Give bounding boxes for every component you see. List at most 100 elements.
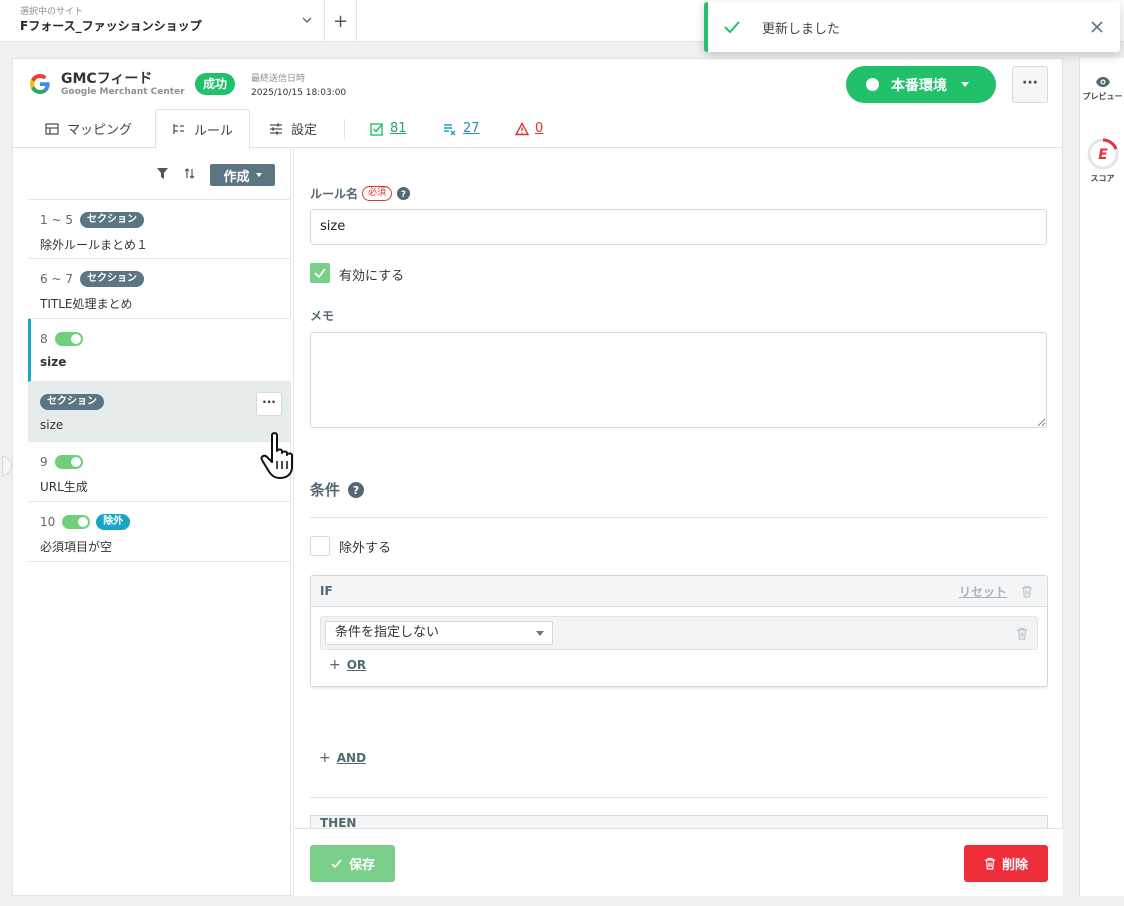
rule-list-item[interactable]: セクション size ··· <box>28 382 291 442</box>
reset-link[interactable]: リセット <box>959 583 1007 600</box>
section-divider <box>310 797 1047 798</box>
rule-number: 1 ~ 5 <box>40 213 73 227</box>
trash-icon[interactable] <box>1016 627 1028 640</box>
enabled-toggle[interactable] <box>62 515 91 529</box>
close-icon[interactable] <box>1090 20 1104 34</box>
rule-name: URL生成 <box>40 480 88 494</box>
tab-label: マッピング <box>67 123 133 138</box>
rule-list-item[interactable]: 6 ~ 7 セクション TITLE処理まとめ <box>28 259 291 319</box>
if-condition-box: IF リセット 条件を指定しない + OR <box>310 575 1048 687</box>
more-options-button[interactable]: ··· <box>1012 66 1048 103</box>
memo-label: メモ <box>310 309 335 323</box>
section-divider <box>310 517 1047 518</box>
rule-edit-form: ルール名 必須 ? size 有効にする メモ 条件 ? 除外する IF リセッ… <box>310 149 1048 829</box>
rule-icon <box>173 124 184 134</box>
enabled-toggle[interactable] <box>54 332 83 346</box>
trash-icon <box>984 857 995 870</box>
last-sent-label: 最終送信日時 <box>251 74 306 84</box>
environment-dot-icon <box>866 78 879 91</box>
rule-list-item[interactable]: 1 ~ 5 セクション 除外ルールまとめ１ <box>28 199 291 259</box>
rule-name: TITLE処理まとめ <box>40 297 133 311</box>
add-site-button[interactable]: + <box>325 0 357 42</box>
tab-label: 設定 <box>291 123 318 138</box>
save-button[interactable]: 保存 <box>310 845 395 882</box>
warning-count: 0 <box>535 121 544 136</box>
exclude-label: 除外する <box>339 541 392 556</box>
add-or-link[interactable]: + OR <box>329 657 366 673</box>
rule-name: 必須項目が空 <box>40 540 113 554</box>
enabled-toggle[interactable] <box>54 455 83 469</box>
section-badge: セクション <box>40 394 104 410</box>
score-button[interactable]: E スコア <box>1080 138 1124 184</box>
ok-count-link[interactable]: 81 <box>370 109 407 148</box>
checklist-icon <box>370 122 384 136</box>
preview-label: プレビュー <box>1082 92 1123 101</box>
rule-name-input[interactable]: size <box>310 209 1047 245</box>
site-name: Fフォース_ファッションショップ <box>20 19 202 33</box>
condition-row: 条件を指定しない <box>320 616 1038 650</box>
plus-icon: + <box>329 657 341 673</box>
last-sent-value: 2025/10/15 18:03:00 <box>251 88 347 98</box>
exclude-checkbox[interactable] <box>310 536 330 556</box>
enable-checkbox[interactable] <box>310 263 330 283</box>
conditions-title-text: 条件 <box>310 481 341 499</box>
ok-count: 81 <box>390 121 407 136</box>
save-label: 保存 <box>348 858 375 873</box>
trash-icon[interactable] <box>1021 585 1033 598</box>
plus-icon: + <box>319 750 331 766</box>
caret-down-icon <box>536 631 544 636</box>
status-badge: 成功 <box>195 73 236 95</box>
excluded-list-icon <box>444 123 456 135</box>
memo-textarea[interactable] <box>310 332 1047 428</box>
conditions-title: 条件 ? <box>310 479 365 500</box>
rule-number: 10 <box>40 515 56 529</box>
rule-number: 8 <box>40 332 48 346</box>
condition-select[interactable]: 条件を指定しない <box>325 621 553 645</box>
rule-list-item[interactable]: 9 URL生成 <box>28 442 291 502</box>
create-label: 作成 <box>223 169 250 185</box>
sidebar-collapse-handle[interactable] <box>2 456 12 476</box>
sort-icon[interactable] <box>183 167 196 180</box>
filter-icon[interactable] <box>156 167 169 180</box>
tab-settings[interactable]: 設定 <box>269 109 317 148</box>
svg-text:?: ? <box>353 484 359 497</box>
rule-list-panel: 作成 1 ~ 5 セクション 除外ルールまとめ１ 6 ~ 7 セクション TIT… <box>28 149 293 896</box>
help-icon[interactable]: ? <box>397 187 411 200</box>
tab-separator <box>344 119 345 139</box>
tab-rules[interactable]: ルール <box>155 109 250 149</box>
form-footer: 保存 削除 <box>294 828 1063 896</box>
score-gauge-icon: E <box>1087 138 1118 170</box>
if-header: IF リセット <box>311 576 1047 607</box>
if-label: IF <box>320 584 333 598</box>
add-and-link[interactable]: + AND <box>319 750 366 766</box>
rule-list-toolbar: 作成 <box>28 149 290 199</box>
check-icon <box>724 21 740 34</box>
rule-list-item-selected[interactable]: 8 size <box>28 319 291 382</box>
hand-cursor-icon <box>260 432 293 479</box>
delete-button[interactable]: 削除 <box>964 845 1048 882</box>
panel-divider <box>293 149 294 896</box>
rule-name: size <box>40 418 64 432</box>
score-label: スコア <box>1090 174 1115 183</box>
condition-select-value: 条件を指定しない <box>335 625 440 640</box>
caret-down-icon <box>961 82 969 87</box>
section-badge: セクション <box>79 271 144 287</box>
tab-label: ルール <box>194 123 234 139</box>
help-icon[interactable]: ? <box>348 481 365 498</box>
create-button[interactable]: 作成 <box>210 164 275 186</box>
environment-button[interactable]: 本番環境 <box>846 66 996 103</box>
side-rail: プレビュー E スコア <box>1079 58 1124 896</box>
feed-title: GMCフィード <box>61 71 153 87</box>
settings-icon <box>270 123 282 134</box>
svg-text:E: E <box>1098 147 1108 163</box>
site-selector[interactable]: 選択中のサイト Fフォース_ファッションショップ <box>0 0 325 42</box>
check-icon <box>331 859 342 869</box>
warning-count-link[interactable]: 0 <box>515 109 543 148</box>
excluded-count-link[interactable]: 27 <box>443 109 480 148</box>
preview-button[interactable]: プレビュー <box>1080 76 1124 102</box>
tab-mapping[interactable]: マッピング <box>45 109 132 148</box>
rule-list-item[interactable]: 10 除外 必須項目が空 <box>28 502 291 562</box>
rule-name: size <box>40 355 67 369</box>
row-more-button[interactable]: ··· <box>256 392 282 416</box>
delete-label: 削除 <box>1001 858 1028 873</box>
